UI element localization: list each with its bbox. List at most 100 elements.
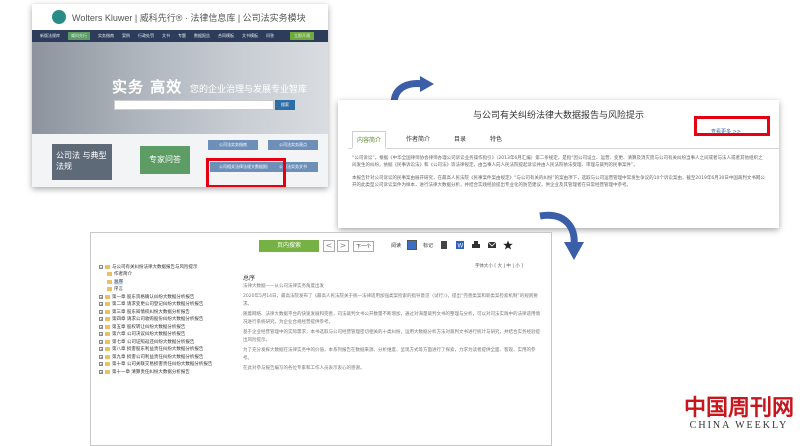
expand-icon[interactable]: + bbox=[99, 369, 103, 374]
summary-paragraph: 本报告针对公司诉讼的民事案由展开研究，在最高人民法院《民事案件案由规定》“与公司… bbox=[352, 176, 765, 188]
wolters-kluwer-logo-icon bbox=[52, 10, 66, 24]
hero-subtitle: 您的企业治理与发展专业智库 bbox=[190, 85, 308, 95]
tree-item[interactable]: 作者简介 bbox=[99, 271, 239, 279]
expand-icon[interactable]: + bbox=[99, 302, 103, 307]
print-icon[interactable] bbox=[471, 240, 481, 250]
read-mode-label[interactable]: 阅读 bbox=[391, 242, 401, 249]
folder-icon bbox=[105, 324, 110, 329]
star-icon[interactable] bbox=[503, 240, 513, 250]
font-size-control[interactable]: 字体大小 [ 大 | 中 | 小 ] bbox=[243, 263, 543, 269]
hero-search-button[interactable]: 搜索 bbox=[275, 100, 295, 110]
tree-label: 与公司有关纠纷法律大数据报告与风险提示 bbox=[112, 264, 198, 270]
folder-icon bbox=[105, 317, 110, 322]
reader-toolbar: 页内搜索 < > 下一个 阅读 标记 W bbox=[91, 233, 551, 259]
nav-item[interactable]: 实务指南 bbox=[98, 33, 114, 39]
expand-icon[interactable]: + bbox=[99, 324, 103, 329]
tree-item[interactable]: + 第四章 请求公司收购股份纠纷大数据分析报告 bbox=[99, 316, 239, 324]
tree-item[interactable]: + 第十章 公司关联交易损害责任纠纷大数据分析报告 bbox=[99, 361, 239, 369]
folder-icon bbox=[105, 339, 110, 344]
tree-item[interactable]: + 第二章 请求变更公司登记纠纷大数据分析报告 bbox=[99, 301, 239, 309]
doc-paragraph: 为了充分发挥大数据在法律实务中的价值，本系列报告在数据来源、分析维度、呈现方式等… bbox=[243, 347, 536, 362]
hero-title: 实务 高效 bbox=[112, 78, 183, 96]
tree-label: 第六章 公司决议纠纷大数据分析报告 bbox=[112, 332, 186, 338]
reader-tools: 阅读 标记 W bbox=[391, 240, 513, 250]
nav-item[interactable]: 新版法规库 bbox=[40, 33, 60, 39]
tree-label: 第三章 股东知情权纠纷大数据分析报告 bbox=[112, 309, 190, 315]
tree-item[interactable]: + 第八章 损害股东利益责任纠纷大数据分析报告 bbox=[99, 346, 239, 354]
mail-icon[interactable] bbox=[487, 240, 497, 250]
table-of-contents-tree: − 与公司有关纠纷法律大数据报告与风险提示 作者简介 总序 序言 + 第一章 股东资… bbox=[99, 263, 239, 443]
tree-label: 第八章 损害股东利益责任纠纷大数据分析报告 bbox=[112, 347, 204, 353]
expand-icon[interactable]: + bbox=[99, 362, 103, 367]
view-more-link[interactable]: 查看更多 >> bbox=[694, 116, 770, 136]
tree-label: 序言 bbox=[114, 287, 123, 293]
nav-item[interactable]: 文书模板 bbox=[242, 33, 258, 39]
tree-item[interactable]: + 第三章 股东知情权纠纷大数据分析报告 bbox=[99, 308, 239, 316]
tree-label: 第十一章 清算责任纠纷大数据分析报告 bbox=[112, 369, 190, 375]
tree-item[interactable]: + 第五章 股权转让纠纷大数据分析报告 bbox=[99, 323, 239, 331]
document-content: 字体大小 [ 大 | 中 | 小 ] 总序 法律大数据——从公司法律实务角度出发… bbox=[243, 263, 543, 443]
tree-item[interactable]: + 第六章 公司决议纠纷大数据分析报告 bbox=[99, 331, 239, 339]
tree-item[interactable]: + 第十一章 清算责任纠纷大数据分析报告 bbox=[99, 368, 239, 376]
hero-search-input[interactable] bbox=[114, 100, 274, 110]
highlight-box bbox=[206, 158, 286, 187]
nav-item[interactable]: 问答 bbox=[266, 33, 274, 39]
tab-summary[interactable]: 内容简介 bbox=[352, 131, 387, 149]
expand-icon[interactable]: + bbox=[99, 294, 103, 299]
brand-title: Wolters Kluwer | 威科先行® · 法律信息库 | 公司法实务模块 bbox=[72, 12, 306, 23]
page-search-button[interactable]: 页内搜索 bbox=[259, 240, 319, 252]
tab-features[interactable]: 特色 bbox=[486, 131, 506, 148]
expand-icon[interactable]: + bbox=[99, 332, 103, 337]
section-title: 总序 bbox=[243, 275, 256, 282]
nav-item-active[interactable]: 威科先行 bbox=[68, 32, 90, 40]
doc-paragraph: 基于企业经营管理中的实际需求，本书选取与公司经营管理密切相关的十类纠纷，运用大数… bbox=[243, 329, 540, 344]
doc-paragraph: 2020年5月14日，最高法院发布了《最高人民法院关于统一法律适用加强类案检索的… bbox=[243, 293, 538, 308]
tile-views[interactable]: 公司法实务观点 bbox=[268, 140, 318, 150]
next-arrow-icon[interactable]: > bbox=[337, 240, 349, 252]
folder-icon bbox=[105, 294, 110, 299]
tree-item[interactable]: + 第一章 股东资格确认纠纷大数据分析报告 bbox=[99, 293, 239, 301]
tile-guide[interactable]: 公司法实务指南 bbox=[208, 140, 258, 150]
mark-label[interactable]: 标记 bbox=[423, 242, 433, 249]
nav-item[interactable]: 文书 bbox=[162, 33, 170, 39]
tab-contents[interactable]: 目录 bbox=[450, 131, 470, 148]
expert-qa-button[interactable]: 专家问答 bbox=[140, 146, 190, 174]
hero-banner: 实务 高效 您的企业治理与发展专业智库 搜索 bbox=[32, 42, 328, 134]
collapse-icon[interactable]: − bbox=[99, 264, 103, 269]
nav-item[interactable]: 合同模板 bbox=[218, 33, 234, 39]
main-nav: 新版法规库 威科先行 实务指南 案例 行政处罚 文书 专题 数据报告 合同模板 … bbox=[32, 30, 328, 42]
open-now-button[interactable]: 立即开通 bbox=[290, 32, 314, 40]
folder-icon bbox=[107, 287, 112, 292]
doc-paragraph: 在此对参与报告编写的各位专家和工作人员表示衷心的感谢。 bbox=[243, 365, 365, 371]
folder-icon bbox=[105, 302, 110, 307]
tree-item[interactable]: − 与公司有关纠纷法律大数据报告与风险提示 bbox=[99, 263, 239, 271]
company-law-tile[interactable]: 公司法 与典型 法规 bbox=[52, 144, 112, 180]
nav-item[interactable]: 案例 bbox=[122, 33, 130, 39]
tab-author[interactable]: 作者简介 bbox=[402, 131, 434, 148]
folder-icon bbox=[105, 332, 110, 337]
prev-arrow-icon[interactable]: < bbox=[323, 240, 335, 252]
tree-label: 第五章 股权转让纠纷大数据分析报告 bbox=[112, 324, 186, 330]
nav-item[interactable]: 专题 bbox=[178, 33, 186, 39]
nav-item[interactable]: 行政处罚 bbox=[138, 33, 154, 39]
word-export-icon[interactable]: W bbox=[455, 240, 465, 250]
document-icon[interactable] bbox=[439, 240, 449, 250]
folder-icon bbox=[105, 369, 110, 374]
checkbox-icon[interactable] bbox=[407, 240, 418, 250]
watermark-cn: 中国周刊网 bbox=[683, 395, 794, 421]
expand-icon[interactable]: + bbox=[99, 354, 103, 359]
nav-item[interactable]: 数据报告 bbox=[194, 33, 210, 39]
tree-item[interactable]: + 第七章 公司证照返还纠纷大数据分析报告 bbox=[99, 338, 239, 346]
tree-label: 第一章 股东资格确认纠纷大数据分析报告 bbox=[112, 294, 195, 300]
tree-item[interactable]: 序言 bbox=[99, 286, 239, 294]
tree-label: 总序 bbox=[114, 278, 123, 285]
site-header: Wolters Kluwer | 威科先行® · 法律信息库 | 公司法实务模块 bbox=[32, 4, 328, 30]
next-result-button[interactable]: 下一个 bbox=[353, 241, 375, 252]
expand-icon[interactable]: + bbox=[99, 317, 103, 322]
expand-icon[interactable]: + bbox=[99, 347, 103, 352]
expand-icon[interactable]: + bbox=[99, 309, 103, 314]
tree-item[interactable]: 总序 bbox=[99, 278, 239, 286]
reader-screenshot: 页内搜索 < > 下一个 阅读 标记 W − 与公司有关纠纷法律大数据报告与风险提… bbox=[90, 232, 552, 446]
expand-icon[interactable]: + bbox=[99, 339, 103, 344]
tree-item[interactable]: + 第九章 损害公司利益责任纠纷大数据分析报告 bbox=[99, 353, 239, 361]
